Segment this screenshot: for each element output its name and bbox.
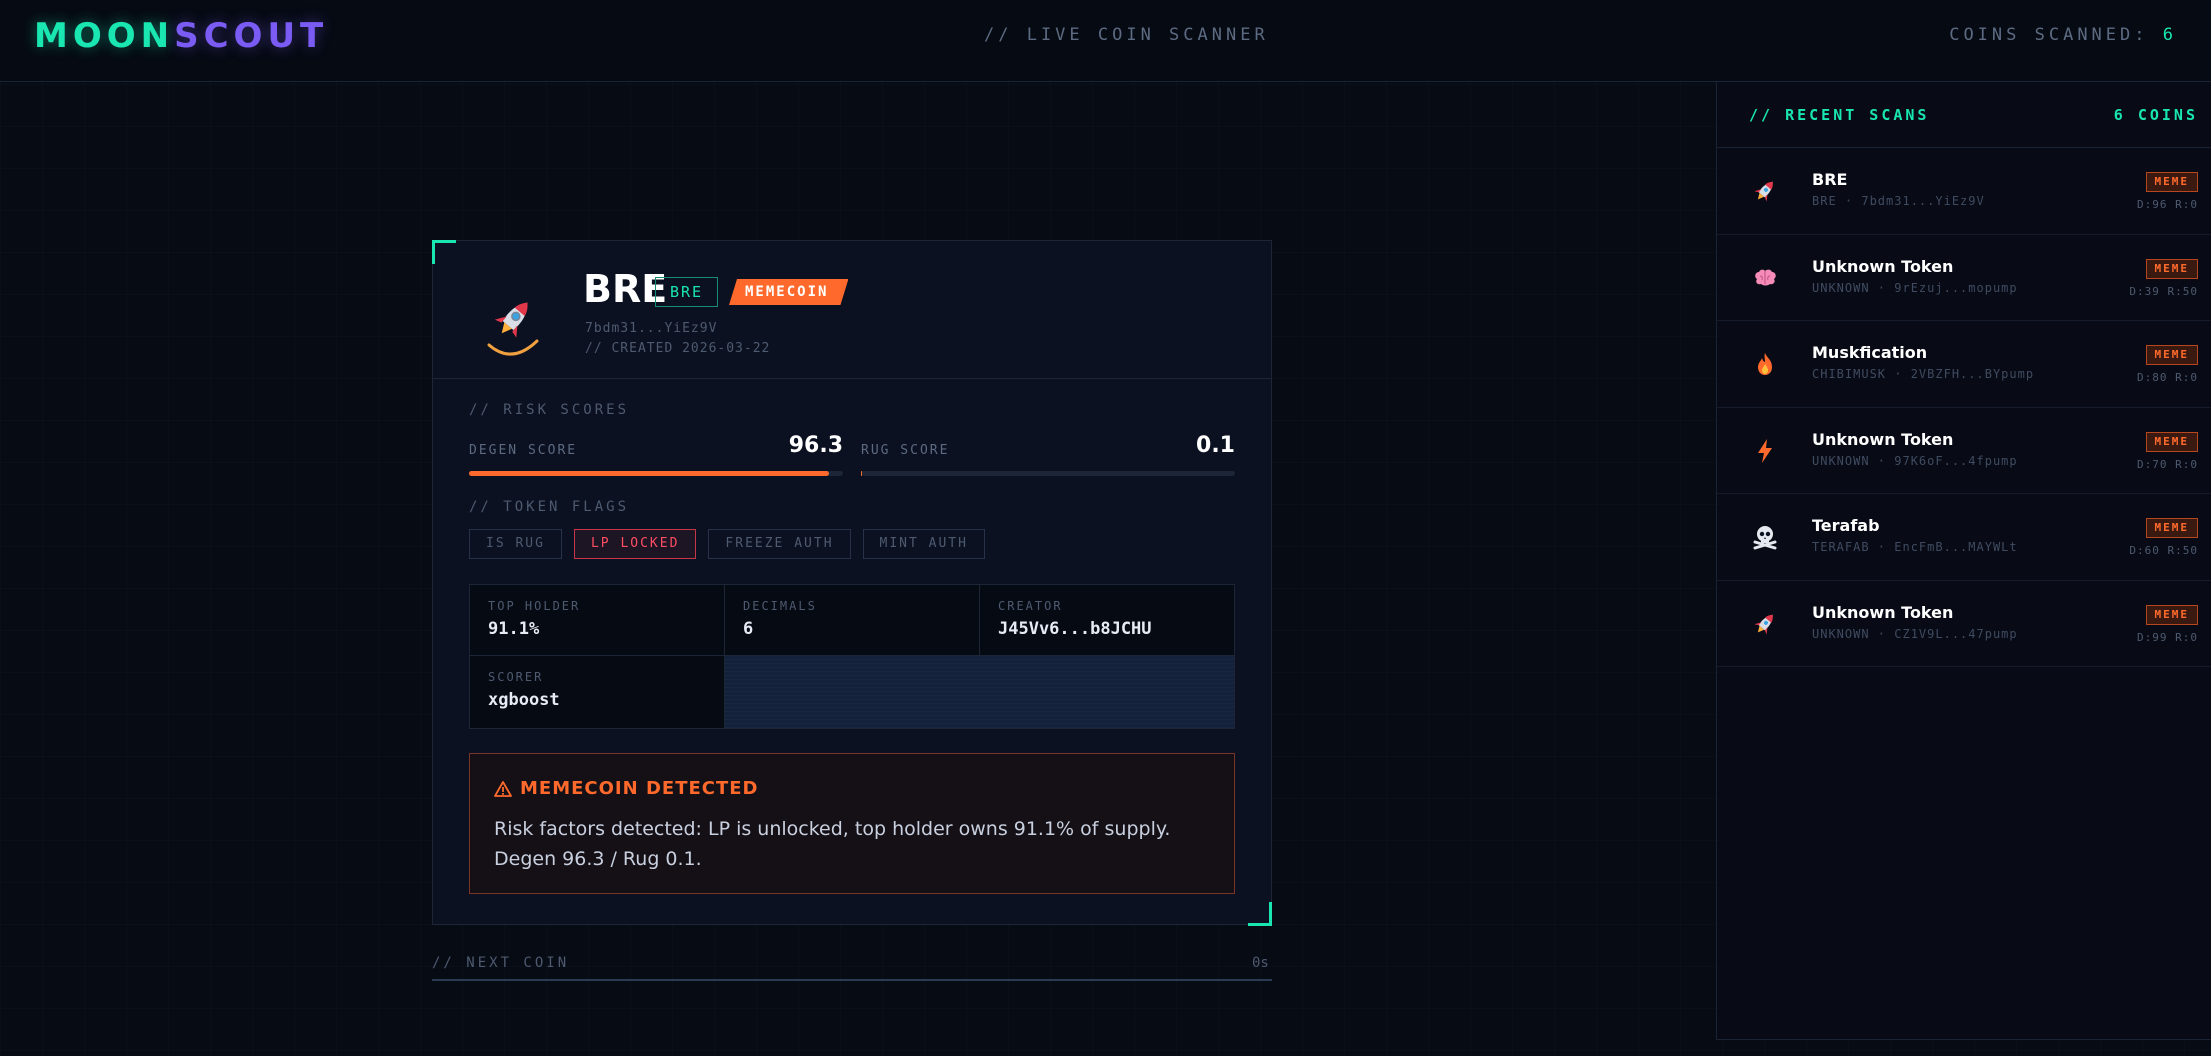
- flag-lp-locked: LP LOCKED: [573, 529, 697, 559]
- top-holder-cell: TOP HOLDER 91.1%: [470, 585, 725, 656]
- creator-label: CREATOR: [998, 599, 1063, 613]
- coin-card: BRE BRE MEMECOIN 7bdm31...YiEz9V // CREA…: [432, 240, 1272, 925]
- mint-address[interactable]: 7bdm31...YiEz9V: [585, 321, 717, 336]
- flag-mint-auth: MINT AUTH: [862, 529, 985, 559]
- card-corner-top-left: [432, 240, 456, 264]
- scan-item-scores: D:99 R:0: [2137, 630, 2198, 644]
- scorer-cell: SCORER xgboost: [470, 656, 725, 728]
- alert-title: MEMECOIN DETECTED: [494, 778, 759, 799]
- decimals-cell: DECIMALS 6: [725, 585, 980, 656]
- rug-score-fill: [861, 471, 863, 476]
- scan-item[interactable]: Unknown Token UNKNOWN · CZ1V9L...47pump …: [1717, 581, 2211, 667]
- scan-item-scores: D:39 R:50: [2129, 284, 2198, 298]
- scan-item-scores: D:96 R:0: [2137, 198, 2198, 211]
- coins-scanned-label: COINS SCANNED:: [1949, 25, 2149, 45]
- rocket-icon: [1754, 614, 1773, 635]
- meme-badge: MEME: [2145, 345, 2198, 365]
- alert-text: Risk factors detected: LP is unlocked, t…: [494, 818, 1171, 870]
- flag-is-rug: IS RUG: [469, 529, 562, 559]
- lightning-icon: [1758, 438, 1772, 463]
- token-flags: IS RUG LP LOCKED FREEZE AUTH MINT AUTH: [469, 529, 985, 559]
- next-coin-label: // NEXT COIN: [432, 955, 570, 971]
- recent-scans-sidebar: // RECENT SCANS 6 COINS BRE BRE · 7bdm31…: [1716, 82, 2211, 1040]
- meme-badge: MEME: [2145, 172, 2198, 192]
- memecoin-alert: MEMECOIN DETECTED Risk factors detected:…: [469, 753, 1235, 894]
- scorer-label: SCORER: [488, 670, 544, 684]
- coin-header: BRE BRE MEMECOIN 7bdm31...YiEz9V // CREA…: [433, 241, 1271, 379]
- scan-item-address: CHIBIMUSK · 2VBZFH...BYpump: [1812, 367, 2035, 381]
- scan-item-address: UNKNOWN · 9rEzuj...mopump: [1812, 280, 2018, 295]
- scan-item-name: Terafab: [1812, 516, 1880, 535]
- scan-item-scores: D:80 R:0: [2137, 371, 2198, 384]
- app-logo[interactable]: MOONSCOUT: [34, 16, 328, 56]
- top-bar: MOONSCOUT // LIVE COIN SCANNER COINS SCA…: [0, 0, 2211, 82]
- scan-item-address: TERAFAB · EncFmB...MAYWLt: [1812, 540, 2018, 554]
- decimals-label: DECIMALS: [743, 599, 817, 613]
- coins-scanned-value: 6: [2162, 25, 2177, 45]
- card-corner-bottom-right: [1248, 902, 1272, 926]
- scan-item-name: Unknown Token: [1812, 429, 1954, 449]
- recent-scans-count: 6 COINS: [2113, 106, 2198, 124]
- degen-score-fill: [469, 471, 830, 476]
- rug-score-label: RUG SCORE: [861, 443, 950, 458]
- degen-score-bar: [469, 471, 843, 476]
- alert-title-text: MEMECOIN DETECTED: [520, 778, 759, 799]
- tagline: // LIVE COIN SCANNER: [984, 25, 1269, 45]
- flag-freeze-auth: FREEZE AUTH: [708, 529, 851, 559]
- meme-badge: MEME: [2145, 604, 2198, 625]
- brain-icon: [1755, 269, 1776, 285]
- scan-item[interactable]: Muskfication CHIBIMUSK · 2VBZFH...BYpump…: [1717, 321, 2211, 408]
- scan-item-address: UNKNOWN · CZ1V9L...47pump: [1812, 626, 2018, 641]
- meme-badge: MEME: [2145, 258, 2198, 279]
- logo-scout: SCOUT: [174, 16, 329, 56]
- next-coin-progress: [432, 979, 1272, 981]
- recent-scans-title: // RECENT SCANS: [1749, 106, 1930, 124]
- token-info-grid: TOP HOLDER 91.1% DECIMALS 6 CREATOR J45V…: [469, 584, 1235, 729]
- scan-item-name: Muskfication: [1812, 343, 1928, 362]
- degen-score-value: 96.3: [788, 433, 843, 458]
- risk-scores-heading: // RISK SCORES: [469, 402, 630, 418]
- scan-item-name: BRE: [1812, 170, 1848, 189]
- scan-item-name: Unknown Token: [1812, 602, 1954, 622]
- scan-item-address: BRE · 7bdm31...YiEz9V: [1812, 194, 1985, 208]
- creator-value[interactable]: J45Vv6...b8JCHU: [998, 619, 1152, 639]
- skull-crossbones-icon: [1753, 526, 1777, 550]
- meme-badge: MEME: [2145, 518, 2198, 538]
- degen-score-label: DEGEN SCORE: [469, 443, 578, 458]
- recent-scans-list: BRE BRE · 7bdm31...YiEz9V MEME D:96 R:0 …: [1717, 148, 2211, 667]
- next-coin-timer: 0s: [1252, 955, 1269, 971]
- coin-symbol-badge: BRE: [655, 277, 719, 307]
- scan-item-scores: D:60 R:50: [2129, 544, 2198, 557]
- scan-item[interactable]: Terafab TERAFAB · EncFmB...MAYWLt MEME D…: [1717, 494, 2211, 581]
- rug-score-bar: [861, 471, 1235, 476]
- scan-item[interactable]: Unknown Token UNKNOWN · 9rEzuj...mopump …: [1717, 235, 2211, 321]
- coin-type-badge: MEMECOIN: [729, 279, 848, 305]
- creator-cell: CREATOR J45Vv6...b8JCHU: [980, 585, 1234, 656]
- logo-moon: MOON: [34, 16, 175, 56]
- rocket-icon: [487, 302, 539, 356]
- recent-scans-header: // RECENT SCANS 6 COINS: [1717, 82, 2211, 148]
- scan-item-address: UNKNOWN · 97K6oF...4fpump: [1812, 453, 2018, 468]
- created-date: // CREATED 2026-03-22: [585, 341, 771, 356]
- coins-scanned-counter: COINS SCANNED: 6: [1949, 25, 2177, 45]
- decimals-value: 6: [743, 619, 754, 639]
- top-holder-value: 91.1%: [488, 619, 540, 639]
- scan-item[interactable]: BRE BRE · 7bdm31...YiEz9V MEME D:96 R:0: [1717, 148, 2211, 235]
- scan-item-name: Unknown Token: [1812, 256, 1954, 276]
- info-grid-filler: [725, 656, 1234, 728]
- rocket-icon: [1754, 181, 1773, 202]
- scan-item[interactable]: Unknown Token UNKNOWN · 97K6oF...4fpump …: [1717, 408, 2211, 494]
- scan-item-scores: D:70 R:0: [2137, 457, 2198, 471]
- meme-badge: MEME: [2145, 431, 2198, 452]
- token-flags-heading: // TOKEN FLAGS: [469, 499, 630, 515]
- top-holder-label: TOP HOLDER: [488, 599, 581, 613]
- rug-score-value: 0.1: [1196, 433, 1235, 458]
- fire-icon: [1758, 353, 1772, 375]
- warning-triangle-icon: [494, 780, 512, 797]
- scorer-value: xgboost: [488, 690, 560, 710]
